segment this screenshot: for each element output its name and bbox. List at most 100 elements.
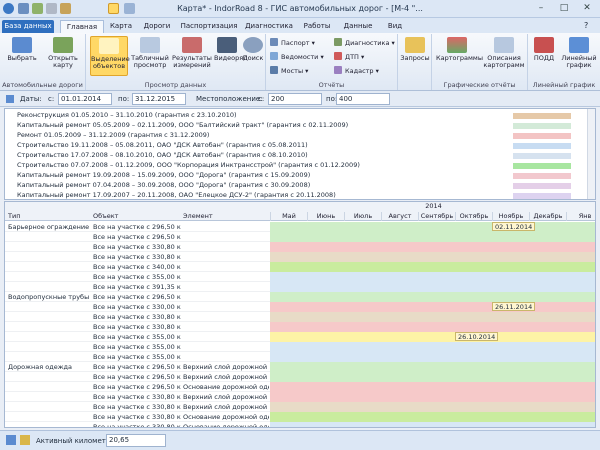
event-item[interactable]: Капитальный ремонт 07.04.2008 – 30.09.20… — [17, 181, 310, 190]
table-row[interactable]: Все на участке с 355,00 км... 26.10.2014 — [5, 332, 595, 342]
timeline-band[interactable] — [270, 232, 595, 242]
select-objects-button[interactable]: Выделение объектов — [90, 36, 130, 76]
timeline-band[interactable] — [270, 322, 595, 332]
timeline-band[interactable] — [270, 312, 595, 322]
tab-map[interactable]: Карта — [106, 20, 136, 33]
select-button[interactable]: Выбрать — [4, 36, 40, 76]
tab-database[interactable]: База данных — [2, 20, 54, 33]
event-item[interactable]: Строительство 17.07.2008 – 08.10.2010, О… — [17, 151, 308, 160]
table-row[interactable]: Все на участке с 330,80 км... — [5, 252, 595, 262]
timeline-band[interactable] — [270, 412, 595, 422]
tab-diagnostics[interactable]: Диагностика — [244, 20, 294, 33]
tab-roads[interactable]: Дороги — [140, 20, 174, 33]
table-row[interactable]: Все на участке с 330,80 км...Верхний сло… — [5, 402, 595, 412]
table-row[interactable]: Все на участке с 355,00 км... — [5, 272, 595, 282]
cartograms-button[interactable]: Картограммы — [436, 36, 483, 76]
table-row[interactable]: Все на участке с 330,80 км...Основание д… — [5, 412, 595, 422]
bridges-button[interactable]: Мосты ▾ — [270, 66, 308, 77]
table-row[interactable]: Все на участке с 330,80 км... — [5, 322, 595, 332]
table-row[interactable]: Все на участке с 355,00 км... — [5, 352, 595, 362]
timeline-band[interactable] — [270, 252, 595, 262]
timeline-band[interactable] — [270, 332, 595, 342]
table-row[interactable]: Все на участке с 330,80 км... — [5, 242, 595, 252]
table-row[interactable]: Все на участке с 330,80 км...Основание д… — [5, 422, 595, 427]
timeline-band[interactable] — [270, 262, 595, 272]
maximize-button[interactable]: □ — [553, 1, 575, 16]
element-column-header[interactable]: Элемент — [183, 212, 213, 221]
table-row[interactable]: Все на участке с 296,50 км...Основание д… — [5, 382, 595, 392]
tab-home[interactable]: Главная — [60, 20, 104, 33]
table-row[interactable]: Все на участке с 296,50 км...Верхний сло… — [5, 372, 595, 382]
table-row[interactable]: Все на участке с 355,00 км... — [5, 342, 595, 352]
km-mode-icon[interactable] — [6, 435, 16, 445]
event-item[interactable]: Строительство 07.07.2008 – 01.12.2009, О… — [17, 161, 360, 170]
object-column-header[interactable]: Объект — [93, 212, 118, 221]
table-view-button[interactable]: Табличный просмотр — [130, 36, 170, 76]
timeline-band[interactable] — [270, 282, 595, 292]
active-km-input[interactable]: 20,65 — [106, 434, 166, 447]
table-row[interactable]: Все на участке с 330,80 км...Верхний сло… — [5, 392, 595, 402]
help-icon[interactable]: ? — [584, 21, 588, 30]
date-to-input[interactable]: 31.12.2015 — [132, 93, 186, 105]
passport-button[interactable]: Паспорт ▾ — [270, 38, 315, 49]
table-row[interactable]: Все на участке с 296,50 км... — [5, 232, 595, 242]
timeline-band[interactable] — [270, 382, 595, 392]
table-row[interactable]: Все на участке с 391,35 км... — [5, 282, 595, 292]
event-item[interactable]: Строительство 19.11.2008 – 05.08.2011, О… — [17, 141, 308, 150]
timeline-band[interactable] — [270, 272, 595, 282]
close-button[interactable]: ✕ — [576, 1, 598, 16]
table-row[interactable]: Барьерное ограждение Все на участке с 296… — [5, 222, 595, 232]
location-to-input[interactable]: 400 — [336, 93, 390, 105]
timeline-band[interactable] — [270, 362, 595, 372]
timeline-band[interactable] — [270, 372, 595, 382]
timeline-band[interactable] — [270, 222, 595, 232]
event-item[interactable]: Капитальный ремонт 19.09.2008 – 15.09.20… — [17, 171, 310, 180]
tab-passport[interactable]: Паспортизация — [180, 20, 238, 33]
km-mark-icon[interactable] — [20, 435, 30, 445]
statements-button[interactable]: Ведомости ▾ — [270, 52, 324, 63]
timeline-band[interactable] — [270, 402, 595, 412]
event-item[interactable]: Реконструкция 01.05.2010 – 31.10.2010 (г… — [17, 111, 237, 120]
location-from-input[interactable]: 200 — [268, 93, 322, 105]
diagnostics-report-button[interactable]: Диагностика ▾ — [334, 38, 395, 49]
requests-button[interactable]: Запросы — [400, 36, 430, 76]
cartogram-desc-button[interactable]: Описания картограмм — [482, 36, 526, 76]
events-scrollbar[interactable] — [587, 109, 595, 199]
tab-data[interactable]: Данные — [340, 20, 376, 33]
minimize-button[interactable]: – — [530, 1, 552, 16]
timeline-band[interactable] — [270, 242, 595, 252]
type-cell: Дорожная одежда — [8, 363, 73, 371]
month-header: Янв — [566, 212, 595, 221]
linear-graph-icon — [569, 37, 589, 53]
tab-works[interactable]: Работы — [300, 20, 334, 33]
refresh-icon[interactable] — [6, 95, 14, 103]
timeline-band[interactable] — [270, 422, 595, 427]
table-row[interactable]: Дорожная одежда Все на участке с 296,50 к… — [5, 362, 595, 372]
dtp-button[interactable]: ДТП ▾ — [334, 52, 364, 63]
linear-graph-button[interactable]: Линейный график — [560, 36, 598, 76]
timeline-band[interactable] — [270, 352, 595, 362]
timeline-band[interactable] — [270, 342, 595, 352]
cadastre-button[interactable]: Кадастр ▾ — [334, 66, 379, 77]
event-item[interactable]: Капитальный ремонт 05.05.2009 – 02.11.20… — [17, 121, 348, 130]
table-row[interactable]: Водопропускные трубы Все на участке с 296… — [5, 292, 595, 302]
timeline-band[interactable] — [270, 302, 595, 312]
accident-icon — [334, 52, 342, 60]
podd-button[interactable]: ПОДД — [530, 36, 558, 76]
event-item[interactable]: Капитальный ремонт 17.09.2007 – 20.11.20… — [17, 191, 336, 199]
search-button[interactable]: Поиск — [242, 36, 264, 76]
timeline-band[interactable] — [270, 292, 595, 302]
type-cell — [8, 272, 92, 282]
table-row[interactable]: Все на участке с 340,00 км... — [5, 262, 595, 272]
tab-view[interactable]: Вид — [382, 20, 408, 33]
table-row[interactable]: Все на участке с 330,80 км... — [5, 312, 595, 322]
date-marker: 26.11.2014 — [492, 302, 536, 311]
video-button[interactable]: Видеоряд — [214, 36, 248, 76]
timeline-band[interactable] — [270, 392, 595, 402]
date-from-input[interactable]: 01.01.2014 — [58, 93, 112, 105]
type-column-header[interactable]: Тип — [8, 212, 20, 221]
open-map-button[interactable]: Открыть карту — [44, 36, 82, 76]
table-row[interactable]: Все на участке с 330,00 км... 26.11.2014 — [5, 302, 595, 312]
event-item[interactable]: Ремонт 01.05.2009 – 31.12.2009 (гарантия… — [17, 131, 209, 140]
measure-results-button[interactable]: Результаты измерений — [172, 36, 212, 76]
